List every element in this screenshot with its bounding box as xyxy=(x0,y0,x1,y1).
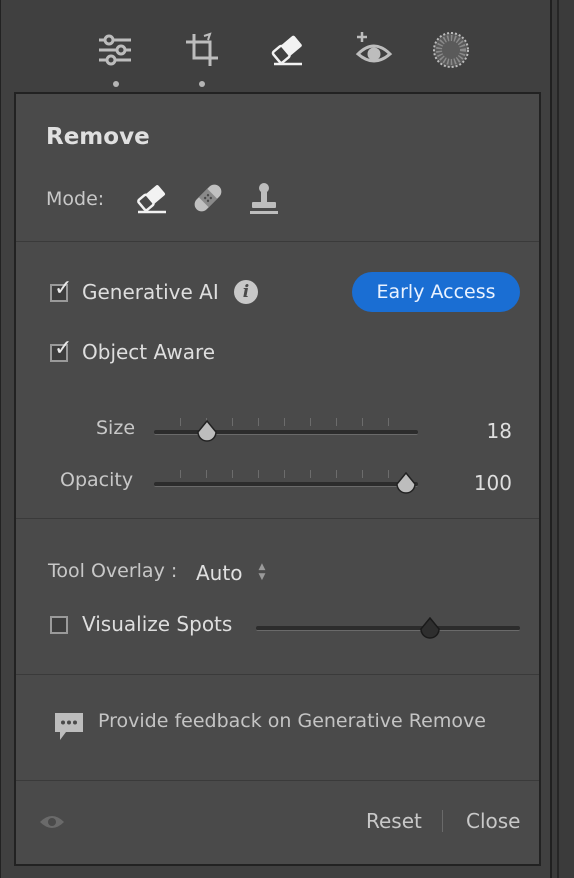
crop-icon[interactable] xyxy=(180,28,224,72)
footer-separator xyxy=(442,810,443,832)
eraser-icon[interactable] xyxy=(134,180,170,216)
tool-indicator-dot xyxy=(113,81,119,87)
early-access-button[interactable]: Early Access xyxy=(352,272,520,312)
divider xyxy=(16,518,539,519)
panel-title: Remove xyxy=(46,124,150,150)
eye-icon[interactable] xyxy=(38,810,66,834)
slider-tick xyxy=(206,470,207,478)
feedback-link[interactable]: Provide feedback on Generative Remove xyxy=(98,710,486,732)
generative-ai-checkbox[interactable]: ✓ xyxy=(50,278,72,302)
opacity-slider-track[interactable] xyxy=(154,482,418,487)
slider-tick xyxy=(258,470,259,478)
object-aware-label: Object Aware xyxy=(82,340,216,364)
visualize-spots-slider-track[interactable] xyxy=(256,626,520,631)
opacity-label: Opacity xyxy=(60,469,134,491)
generative-ai-label: Generative AI xyxy=(82,280,219,304)
right-edge-strip xyxy=(552,0,574,878)
slider-tick xyxy=(284,470,285,478)
slider-tick xyxy=(336,470,337,478)
tool-strip xyxy=(0,0,549,92)
checkmark-icon: ✓ xyxy=(54,336,73,361)
slider-tick xyxy=(388,418,389,426)
masking-icon[interactable] xyxy=(429,28,473,72)
slider-tick xyxy=(362,470,363,478)
divider xyxy=(16,780,539,781)
tool-overlay-label: Tool Overlay : xyxy=(48,560,178,582)
visualize-spots-label: Visualize Spots xyxy=(82,612,233,636)
slider-tick xyxy=(336,418,337,426)
reset-button[interactable]: Reset xyxy=(366,809,422,833)
slider-tick xyxy=(310,470,311,478)
visualize-spots-checkbox[interactable] xyxy=(50,616,68,634)
stamp-icon[interactable] xyxy=(246,180,282,216)
size-slider-track[interactable] xyxy=(154,430,418,435)
slider-tick xyxy=(388,470,389,478)
up-down-arrows-icon[interactable]: ▲ ▼ xyxy=(256,562,268,582)
red-eye-icon[interactable] xyxy=(352,28,396,72)
slider-tick xyxy=(232,418,233,426)
size-label: Size xyxy=(96,417,136,439)
slider-tick xyxy=(258,418,259,426)
slider-tick xyxy=(284,418,285,426)
object-aware-checkbox[interactable]: ✓ xyxy=(50,338,72,362)
tool-overlay-select[interactable]: Auto xyxy=(196,561,242,585)
opacity-slider-thumb[interactable] xyxy=(395,471,417,494)
sliders-icon[interactable] xyxy=(93,28,137,72)
slider-tick xyxy=(180,470,181,478)
opacity-value[interactable]: 100 xyxy=(452,471,512,495)
speech-bubble-icon[interactable] xyxy=(52,710,86,744)
size-slider-thumb[interactable] xyxy=(196,419,218,442)
slider-tick xyxy=(180,418,181,426)
checkmark-icon: ✓ xyxy=(54,276,73,301)
size-value[interactable]: 18 xyxy=(452,419,512,443)
close-button[interactable]: Close xyxy=(466,809,520,833)
info-icon[interactable]: i xyxy=(234,280,258,304)
eraser-icon[interactable] xyxy=(266,28,310,72)
tool-indicator-dot xyxy=(199,81,205,87)
bandage-icon[interactable] xyxy=(190,180,226,216)
mode-label: Mode: xyxy=(46,188,105,210)
divider xyxy=(16,241,539,242)
divider xyxy=(16,674,539,675)
slider-tick xyxy=(310,418,311,426)
visualize-spots-slider-thumb[interactable] xyxy=(419,616,441,639)
slider-tick xyxy=(232,470,233,478)
slider-tick xyxy=(362,418,363,426)
